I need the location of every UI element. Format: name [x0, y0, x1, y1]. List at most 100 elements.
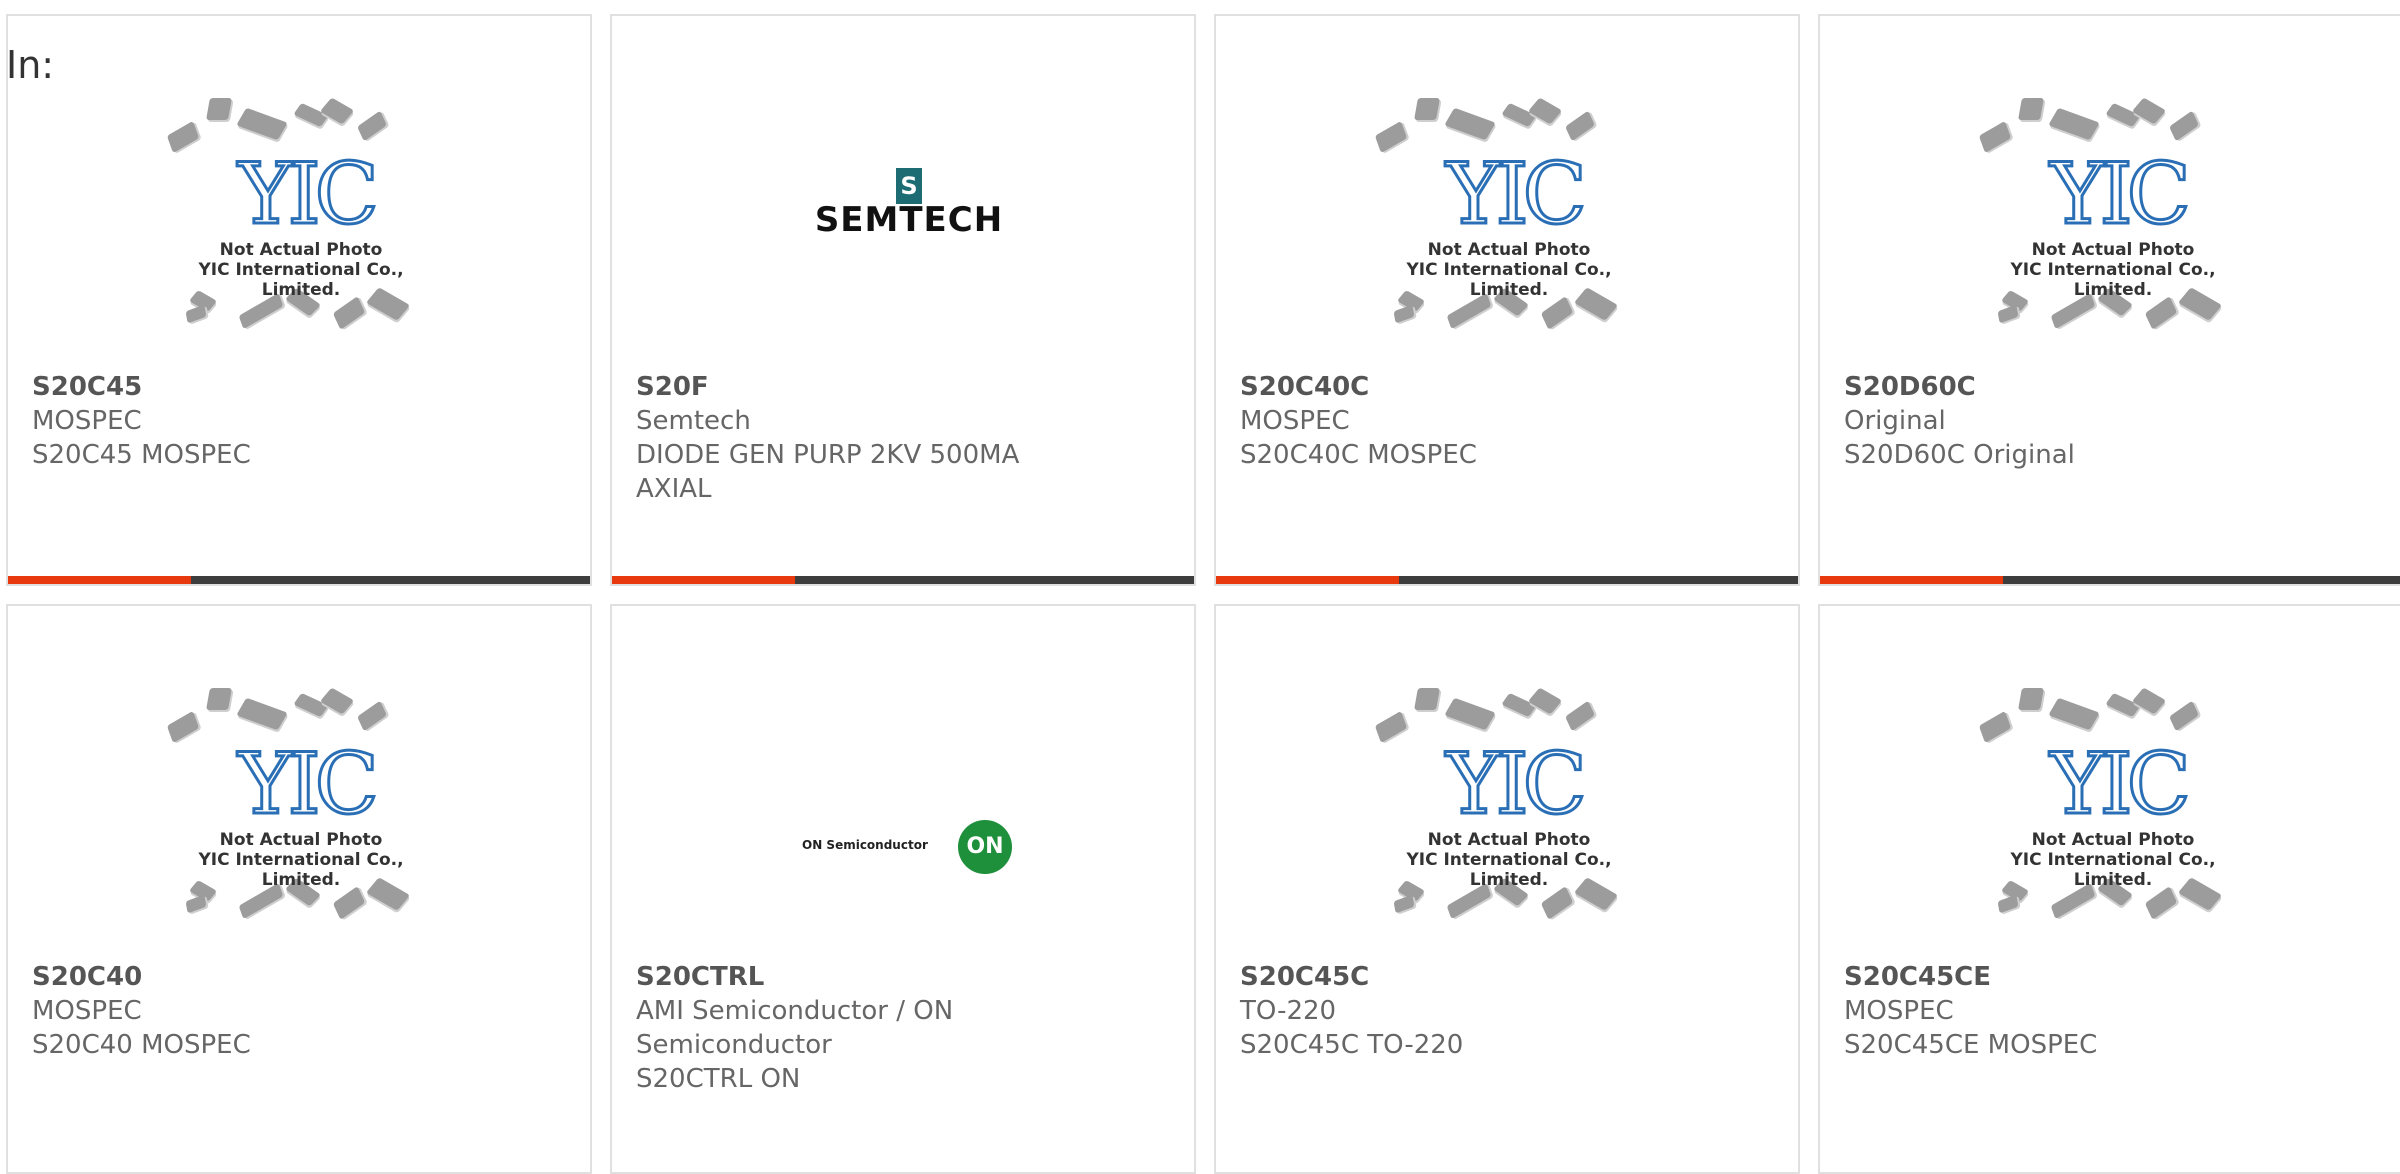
part-number[interactable]: S20CTRL — [636, 960, 1170, 994]
product-image[interactable]: YIC Not Actual Photo YIC International Co.… — [1366, 97, 1652, 348]
chip-illustration — [1374, 710, 1408, 744]
card-bar — [1820, 576, 2400, 584]
chip-illustration — [206, 98, 232, 120]
on-circle-icon: ON — [958, 820, 1012, 874]
chip-illustration — [2048, 107, 2100, 141]
part-number[interactable]: S20C40 — [32, 960, 566, 994]
manufacturer: Semtech — [636, 406, 751, 436]
product-meta: S20C45C TO-220 S20C45C TO-220 — [1240, 960, 1774, 1062]
card-bar-accent — [612, 576, 795, 584]
part-number[interactable]: S20D60C — [1844, 370, 2378, 404]
part-number[interactable]: S20C45 — [32, 370, 566, 404]
description: S20D60C Original — [1844, 440, 2075, 470]
placeholder-caption: Not Actual Photo — [219, 240, 383, 260]
chip-illustration — [2018, 98, 2044, 120]
semtech-wordmark: SEMTECH — [814, 200, 1004, 240]
chip-illustration — [332, 886, 366, 920]
chip-illustration — [1393, 304, 1415, 324]
semtech-mark-icon: S — [896, 168, 922, 204]
chip-illustration — [1414, 688, 1440, 710]
placeholder-company: YIC International Co., Limited. — [198, 260, 404, 300]
part-number[interactable]: S20C45CE — [1844, 960, 2378, 994]
yic-logo-icon: YIC — [1445, 145, 1589, 243]
chip-illustration — [2018, 688, 2044, 710]
chip-illustration — [2144, 886, 2178, 920]
product-card[interactable]: ON Semiconductor ON S20CTRL AMI Semicond… — [610, 604, 1196, 1174]
product-meta: S20C45CE MOSPEC S20C45CE MOSPEC — [1844, 960, 2378, 1062]
chip-illustration — [1540, 886, 1574, 920]
card-bar — [1216, 576, 1798, 584]
placeholder-caption: Not Actual Photo — [1427, 240, 1591, 260]
product-card[interactable]: YIC Not Actual Photo YIC International Co.… — [1818, 14, 2400, 586]
chip-illustration — [1997, 894, 2019, 914]
manufacturer: TO-220 — [1240, 996, 1337, 1026]
chip-illustration — [166, 120, 200, 154]
description: S20C45CE MOSPEC — [1844, 1030, 2098, 1060]
placeholder-company: YIC International Co., Limited. — [1406, 260, 1612, 300]
filter-in-label: In: — [6, 43, 55, 87]
chip-illustration — [1393, 894, 1415, 914]
product-card[interactable]: YIC Not Actual Photo YIC International Co.… — [6, 14, 592, 586]
chip-illustration — [185, 304, 207, 324]
chip-illustration — [1444, 697, 1496, 731]
manufacturer: Original — [1844, 406, 1946, 436]
part-number[interactable]: S20C40C — [1240, 370, 1774, 404]
part-number[interactable]: S20C45C — [1240, 960, 1774, 994]
product-image[interactable]: YIC Not Actual Photo YIC International Co.… — [158, 687, 444, 938]
product-meta: S20C45 MOSPEC S20C45 MOSPEC — [32, 370, 566, 472]
description: S20C45C TO-220 — [1240, 1030, 1464, 1060]
chip-illustration — [1414, 98, 1440, 120]
description: DIODE GEN PURP 2KV 500MA AXIAL — [636, 440, 1020, 504]
chip-illustration — [1444, 107, 1496, 141]
chip-illustration — [357, 700, 387, 732]
product-meta: S20CTRL AMI Semiconductor / ON Semicondu… — [636, 960, 1170, 1096]
product-image[interactable]: ON Semiconductor ON — [762, 688, 1048, 938]
part-number[interactable]: S20F — [636, 370, 1170, 404]
chip-illustration — [1997, 304, 2019, 324]
product-card[interactable]: YIC Not Actual Photo YIC International Co.… — [6, 604, 592, 1174]
product-image[interactable]: YIC Not Actual Photo YIC International Co.… — [1970, 687, 2256, 938]
product-card[interactable]: YIC Not Actual Photo YIC International Co.… — [1214, 14, 1800, 586]
product-image[interactable]: YIC Not Actual Photo YIC International Co.… — [158, 97, 444, 348]
card-bar-accent — [1216, 576, 1399, 584]
onsemi-logo: ON Semiconductor ON — [802, 818, 1018, 878]
yic-logo-icon: YIC — [2049, 735, 2193, 833]
chip-illustration — [166, 710, 200, 744]
chip-illustration — [2048, 697, 2100, 731]
product-card[interactable]: YIC Not Actual Photo YIC International Co.… — [1214, 604, 1800, 1174]
chip-illustration — [357, 110, 387, 142]
chip-illustration — [1540, 296, 1574, 330]
manufacturer: MOSPEC — [32, 996, 142, 1026]
chip-illustration — [2144, 296, 2178, 330]
chip-illustration — [1978, 710, 2012, 744]
product-meta: S20C40C MOSPEC S20C40C MOSPEC — [1240, 370, 1774, 472]
card-bar — [8, 576, 590, 584]
product-image[interactable]: YIC Not Actual Photo YIC International Co.… — [1366, 687, 1652, 938]
description: S20C40 MOSPEC — [32, 1030, 251, 1060]
placeholder-image: YIC Not Actual Photo YIC International Co.… — [158, 97, 444, 348]
chip-illustration — [1978, 120, 2012, 154]
product-meta: S20D60C Original S20D60C Original — [1844, 370, 2378, 472]
product-image[interactable]: S SEMTECH — [762, 98, 1048, 348]
placeholder-company: YIC International Co., Limited. — [2010, 850, 2216, 890]
chip-illustration — [185, 894, 207, 914]
description: S20C40C MOSPEC — [1240, 440, 1477, 470]
chip-illustration — [2169, 110, 2199, 142]
product-image[interactable]: YIC Not Actual Photo YIC International Co.… — [1970, 97, 2256, 348]
manufacturer: MOSPEC — [1240, 406, 1350, 436]
product-card[interactable]: S SEMTECH S20F Semtech DIODE GEN PURP 2K… — [610, 14, 1196, 586]
semtech-logo: S SEMTECH — [806, 168, 1012, 240]
placeholder-company: YIC International Co., Limited. — [2010, 260, 2216, 300]
chip-illustration — [206, 688, 232, 710]
chip-illustration — [1374, 120, 1408, 154]
chip-illustration — [2169, 700, 2199, 732]
product-card[interactable]: YIC Not Actual Photo YIC International Co.… — [1818, 604, 2400, 1174]
yic-logo-icon: YIC — [237, 735, 381, 833]
placeholder-caption: Not Actual Photo — [2031, 830, 2195, 850]
chip-illustration — [1565, 700, 1595, 732]
manufacturer: AMI Semiconductor / ON Semiconductor — [636, 996, 954, 1060]
placeholder-caption: Not Actual Photo — [1427, 830, 1591, 850]
placeholder-image: YIC Not Actual Photo YIC International Co.… — [1366, 687, 1652, 938]
yic-logo-icon: YIC — [237, 145, 381, 243]
description: S20C45 MOSPEC — [32, 440, 251, 470]
